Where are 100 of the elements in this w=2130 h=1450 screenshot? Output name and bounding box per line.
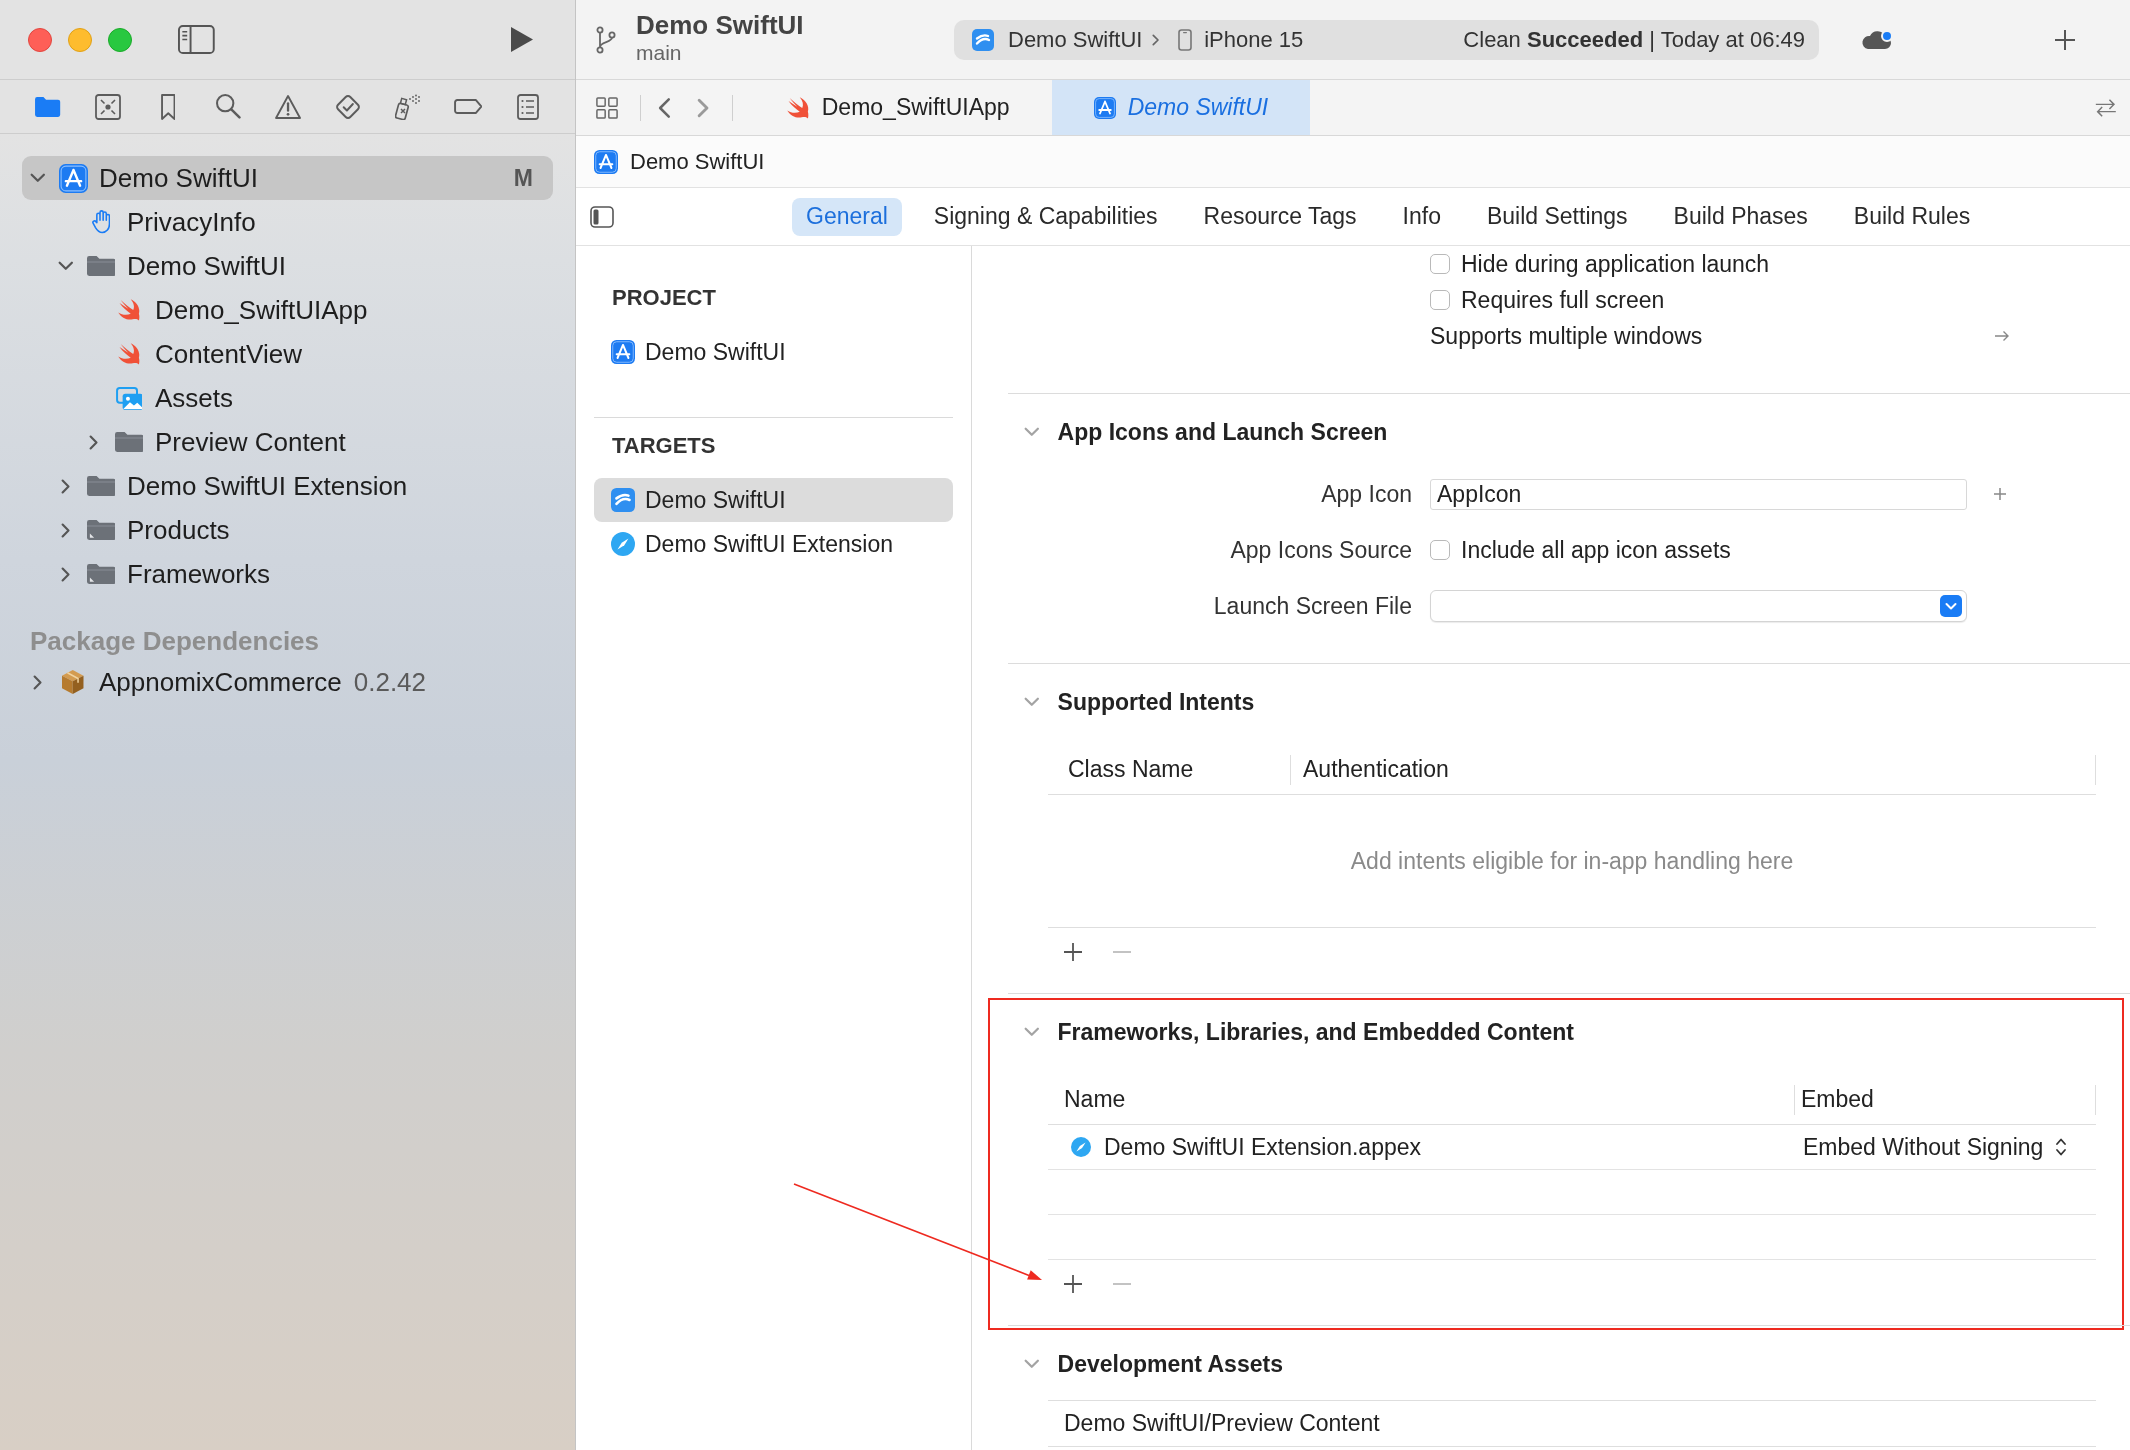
- target-item[interactable]: Demo SwiftUI Extension: [594, 522, 953, 566]
- images-icon: [115, 386, 143, 410]
- tree-item[interactable]: Demo SwiftUI: [22, 244, 553, 288]
- project-icon: [594, 149, 618, 174]
- folder-icon[interactable]: [34, 95, 62, 118]
- chevron-right-icon[interactable]: [61, 566, 71, 582]
- popup-field[interactable]: [1430, 590, 1967, 622]
- chevron-right-icon[interactable]: [697, 97, 710, 118]
- chevron-right-icon: [1152, 33, 1161, 46]
- settings-tab[interactable]: Signing & Capabilities: [919, 197, 1172, 236]
- diamond-check-icon[interactable]: [335, 93, 361, 120]
- chevron-right-icon[interactable]: [61, 522, 71, 538]
- group-heading: TARGETS: [611, 432, 717, 460]
- plus-icon[interactable]: [1063, 942, 1083, 962]
- project-name: Demo SwiftUI: [636, 9, 804, 40]
- tree-item[interactable]: Frameworks: [22, 552, 553, 596]
- swift-file-icon: [787, 96, 810, 119]
- folder-icon: [86, 520, 116, 540]
- section-title: Frameworks, Libraries, and Embedded Content: [1057, 1018, 1574, 1046]
- chevron-right-icon[interactable]: [89, 434, 99, 450]
- table-cell: Demo SwiftUI/Preview Content: [1048, 1401, 2096, 1447]
- swift-file-icon: [117, 299, 141, 321]
- build-status: Clean Succeeded | Today at 06:49: [1463, 26, 1805, 53]
- arrow-right-icon[interactable]: [1994, 330, 2010, 342]
- tree-item[interactable]: ContentView: [22, 332, 553, 376]
- plus-icon[interactable]: [1063, 1274, 1083, 1294]
- cloud-icon[interactable]: [1861, 29, 1894, 50]
- tree-item[interactable]: Demo SwiftUI M: [22, 156, 553, 200]
- grid-icon[interactable]: [596, 96, 618, 119]
- breadcrumb-item[interactable]: Demo SwiftUI: [594, 148, 765, 175]
- folder-icon: [114, 432, 144, 452]
- search-icon[interactable]: [215, 94, 241, 119]
- table-cell: Demo SwiftUI Extension.appex: [1104, 1133, 1422, 1161]
- chevron-down-icon[interactable]: [58, 261, 74, 271]
- phone-icon: [1178, 28, 1193, 51]
- column-header[interactable]: Authentication: [1291, 754, 2096, 785]
- chevron-left-icon[interactable]: [657, 96, 672, 119]
- package-icon: [62, 670, 84, 694]
- play-icon[interactable]: [510, 26, 534, 53]
- panel-toggle-icon[interactable]: [590, 205, 614, 228]
- destination-name[interactable]: iPhone 15: [1204, 26, 1304, 53]
- settings-tab[interactable]: Build Phases: [1659, 197, 1822, 236]
- field-label: App Icon: [1320, 480, 1412, 508]
- chevron-down-icon[interactable]: [30, 173, 46, 183]
- tag-icon[interactable]: [453, 99, 483, 114]
- crosshair-square-icon[interactable]: [95, 93, 121, 120]
- settings-tab[interactable]: Resource Tags: [1189, 197, 1371, 236]
- chevron-right-icon[interactable]: [61, 478, 71, 494]
- settings-tab[interactable]: General: [792, 197, 902, 236]
- warning-icon[interactable]: [274, 94, 302, 119]
- section-title: Supported Intents: [1057, 688, 1255, 716]
- tree-item[interactable]: Demo_SwiftUIApp: [22, 288, 553, 332]
- tree-item[interactable]: AppnomixCommerce 0.2.42: [22, 660, 553, 704]
- settings-tab[interactable]: Build Rules: [1839, 197, 1985, 236]
- folder-icon: [86, 256, 116, 276]
- target-item[interactable]: Demo SwiftUI: [594, 330, 953, 374]
- branch-icon[interactable]: [596, 25, 616, 54]
- target-item[interactable]: Demo SwiftUI: [594, 478, 953, 522]
- compass-icon: [611, 532, 635, 556]
- column-header[interactable]: Name: [1048, 1084, 1795, 1115]
- settings-tab[interactable]: Info: [1388, 197, 1455, 236]
- checkbox[interactable]: [1430, 254, 1450, 274]
- tree-item[interactable]: Products: [22, 508, 553, 552]
- scheme-name[interactable]: Demo SwiftUI: [1008, 26, 1143, 53]
- plus-icon[interactable]: [2054, 28, 2076, 51]
- checkbox[interactable]: [1430, 540, 1450, 560]
- column-header[interactable]: Embed: [1795, 1084, 2096, 1115]
- project-icon: [58, 163, 88, 193]
- embed-popup-button[interactable]: Embed Without Signing: [1803, 1133, 2068, 1161]
- editor-tab[interactable]: Demo_SwiftUIApp: [745, 80, 1052, 135]
- checkbox-label: Include all app icon assets: [1461, 536, 1731, 564]
- tree-item[interactable]: PrivacyInfo: [22, 200, 553, 244]
- column-header[interactable]: Class Name: [1048, 754, 1291, 785]
- setting-label: Supports multiple windows: [1430, 322, 1703, 350]
- checkbox-label: Requires full screen: [1461, 286, 1665, 314]
- tree-item[interactable]: Preview Content: [22, 420, 553, 464]
- editor-tab[interactable]: Demo SwiftUI: [1051, 80, 1311, 135]
- branch-name[interactable]: main: [636, 39, 682, 66]
- tree-item[interactable]: Assets: [22, 376, 553, 420]
- checkbox[interactable]: [1430, 290, 1450, 310]
- spray-bottle-icon[interactable]: [395, 93, 421, 120]
- folder-icon: [86, 564, 116, 584]
- group-heading: PROJECT: [611, 284, 717, 312]
- empty-table-message: Add intents eligible for in-app handling here: [1350, 847, 1794, 875]
- section-heading: Package Dependencies: [30, 625, 321, 658]
- field-label: App Icons Source: [1229, 536, 1412, 564]
- chevron-right-icon[interactable]: [33, 674, 43, 690]
- field-label: Launch Screen File: [1212, 592, 1412, 620]
- sidebar-toggle-icon[interactable]: [178, 25, 215, 54]
- app-icon: [972, 28, 994, 51]
- list-icon[interactable]: [517, 93, 539, 120]
- close-button[interactable]: [28, 27, 52, 52]
- bookmark-icon[interactable]: [160, 93, 176, 120]
- swap-arrows-icon[interactable]: [2094, 97, 2118, 118]
- settings-tab[interactable]: Build Settings: [1472, 197, 1642, 236]
- project-icon: [611, 340, 635, 364]
- swift-file-icon: [117, 343, 141, 365]
- text-field[interactable]: AppIcon: [1430, 478, 1967, 510]
- status-label: M: [513, 164, 533, 192]
- tree-item[interactable]: Demo SwiftUI Extension: [22, 464, 553, 508]
